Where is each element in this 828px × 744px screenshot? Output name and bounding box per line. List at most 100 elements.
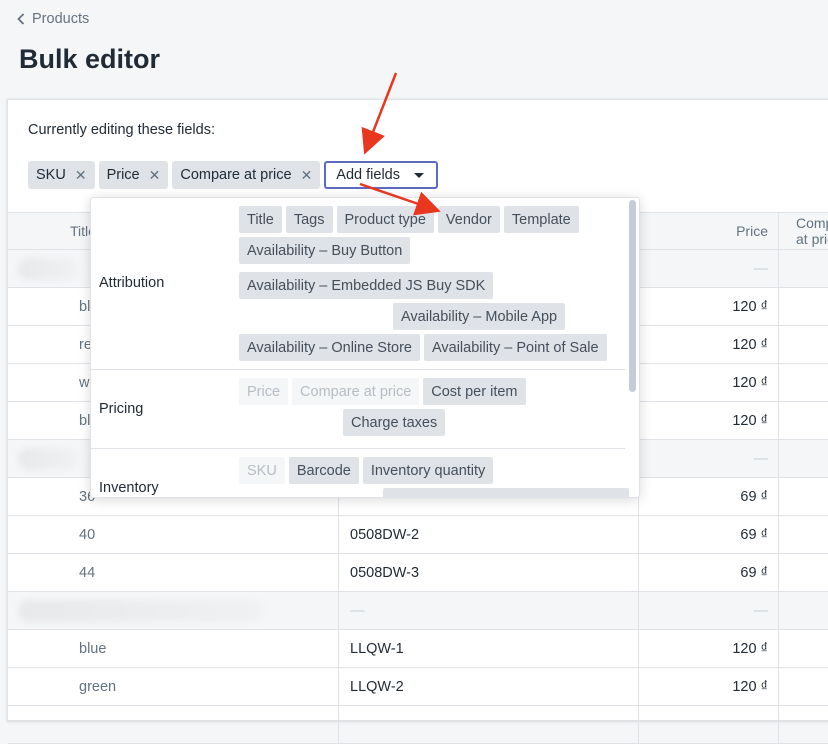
price-cell[interactable]: 69 ₫ (638, 516, 778, 553)
add-fields-dropdown: Attribution Title Tags Product type Vend… (90, 197, 640, 498)
sku-cell[interactable]: 0508DW-3 (338, 554, 638, 591)
variant-title: 40 (79, 526, 96, 543)
inventory-tags: SKU Barcode Inventory quantity (239, 457, 629, 497)
field-option-price: Price (239, 378, 289, 405)
field-option-sku: SKU (239, 457, 285, 484)
variant-row: 44 0508DW-3 69 ₫ (8, 554, 828, 592)
price-cell[interactable]: 120 ₫ (638, 326, 778, 363)
price-cell[interactable]: 120 ₫ (638, 288, 778, 325)
price-cell[interactable] (638, 706, 778, 743)
section-inventory: Inventory SKU Barcode Inventory quantity (91, 449, 629, 497)
chevron-left-icon (17, 13, 25, 25)
section-label-attribution: Attribution (99, 275, 165, 291)
compare-at-price-cell[interactable] (778, 326, 828, 363)
chip-label: SKU (36, 167, 66, 183)
variant-title: blue (79, 640, 107, 657)
attribution-tags: Title Tags Product type Vendor Template … (239, 206, 629, 361)
product-name-redacted (18, 599, 263, 622)
price-cell[interactable]: 120 ₫ (638, 402, 778, 439)
price-cell[interactable]: 120 ₫ (638, 364, 778, 401)
caret-down-icon (413, 172, 424, 178)
sku-cell[interactable] (338, 706, 638, 743)
compare-at-price-cell (778, 250, 828, 287)
title-cell: green (8, 668, 338, 705)
price-cell: — (638, 440, 778, 477)
compare-at-price-cell[interactable] (778, 478, 828, 515)
field-option-availability-point-of-sale[interactable]: Availability – Point of Sale (423, 334, 607, 361)
product-row: — — (8, 592, 828, 630)
compare-at-price-cell[interactable] (778, 516, 828, 553)
price-cell[interactable]: 120 ₫ (638, 668, 778, 705)
editing-fields-label: Currently editing these fields: (28, 122, 215, 138)
variant-title: green (79, 678, 117, 695)
sku-cell[interactable]: LLQW-2 (338, 668, 638, 705)
variant-row: green LLQW-2 120 ₫ (8, 668, 828, 706)
section-pricing: Pricing Price Compare at price Cost per … (91, 370, 625, 449)
product-name-redacted (18, 447, 78, 470)
compare-at-price-cell[interactable] (778, 630, 828, 667)
title-cell (8, 706, 338, 743)
wrap-spacer (239, 488, 379, 497)
compare-at-price-cell[interactable] (778, 668, 828, 705)
chip-price: Price ✕ (98, 161, 169, 189)
price-cell[interactable]: 69 ₫ (638, 554, 778, 591)
field-option-availability-mobile-app[interactable]: Availability – Mobile App (393, 303, 566, 330)
wrap-spacer (239, 303, 389, 330)
title-cell (8, 592, 338, 629)
variant-row: 40 0508DW-2 69 ₫ (8, 516, 828, 554)
price-cell: — (638, 592, 778, 629)
field-option-title[interactable]: Title (239, 206, 282, 233)
page-title: Bulk editor (19, 44, 161, 74)
title-cell: 44 (8, 554, 338, 591)
field-option-product-type[interactable]: Product type (336, 206, 434, 233)
field-option-vendor[interactable]: Vendor (437, 206, 500, 233)
field-option-hidden[interactable] (383, 488, 629, 497)
compare-at-price-cell[interactable] (778, 288, 828, 325)
close-icon[interactable]: ✕ (301, 168, 313, 182)
title-cell: blue (8, 630, 338, 667)
add-fields-button[interactable]: Add fields (324, 161, 438, 189)
close-icon[interactable]: ✕ (75, 168, 87, 182)
sku-cell[interactable]: LLQW-1 (338, 630, 638, 667)
dropdown-scrollbar[interactable] (629, 200, 636, 392)
sku-cell[interactable]: 0508DW-2 (338, 516, 638, 553)
product-name-redacted (18, 257, 78, 280)
add-fields-label: Add fields (336, 167, 400, 183)
field-option-tags[interactable]: Tags (285, 206, 333, 233)
field-chips: SKU ✕ Price ✕ Compare at price ✕ Add fie… (28, 161, 438, 189)
column-header-price: Price (638, 213, 778, 249)
field-option-cost-per-item[interactable]: Cost per item (423, 378, 526, 405)
compare-at-price-cell[interactable] (778, 402, 828, 439)
compare-at-price-cell[interactable] (778, 364, 828, 401)
field-option-availability-embedded-js[interactable]: Availability – Embedded JS Buy SDK (239, 272, 494, 299)
variant-title: 44 (79, 564, 96, 581)
price-cell[interactable]: 120 ₫ (638, 630, 778, 667)
wrap-spacer (239, 409, 339, 436)
price-cell[interactable]: 69 ₫ (638, 478, 778, 515)
field-option-compare-at-price: Compare at price (292, 378, 420, 405)
field-option-template[interactable]: Template (503, 206, 579, 233)
compare-at-price-cell[interactable] (778, 706, 828, 743)
field-option-availability-buy-button[interactable]: Availability – Buy Button (239, 237, 411, 264)
section-label-pricing: Pricing (99, 401, 144, 417)
chip-compare-at-price: Compare at price ✕ (172, 161, 321, 189)
pricing-tags: Price Compare at price Cost per item Cha… (239, 378, 629, 436)
section-attribution: Attribution Title Tags Product type Vend… (91, 198, 625, 370)
field-option-inventory-quantity[interactable]: Inventory quantity (362, 457, 494, 484)
breadcrumb-back-link[interactable]: Products (17, 11, 89, 27)
breadcrumb-label: Products (32, 11, 90, 27)
chip-label: Price (106, 167, 140, 183)
field-option-charge-taxes[interactable]: Charge taxes (343, 409, 446, 436)
sku-cell: — (338, 592, 638, 629)
title-cell: 40 (8, 516, 338, 553)
column-header-compare-at-price: Compare at price (778, 213, 828, 249)
compare-at-price-cell (778, 440, 828, 477)
field-option-barcode[interactable]: Barcode (288, 457, 359, 484)
variant-row (8, 706, 828, 744)
close-icon[interactable]: ✕ (149, 168, 161, 182)
field-option-availability-online-store[interactable]: Availability – Online Store (239, 334, 420, 361)
chip-sku: SKU ✕ (28, 161, 95, 189)
compare-at-price-cell[interactable] (778, 554, 828, 591)
compare-at-price-cell (778, 592, 828, 629)
price-cell: — (638, 250, 778, 287)
